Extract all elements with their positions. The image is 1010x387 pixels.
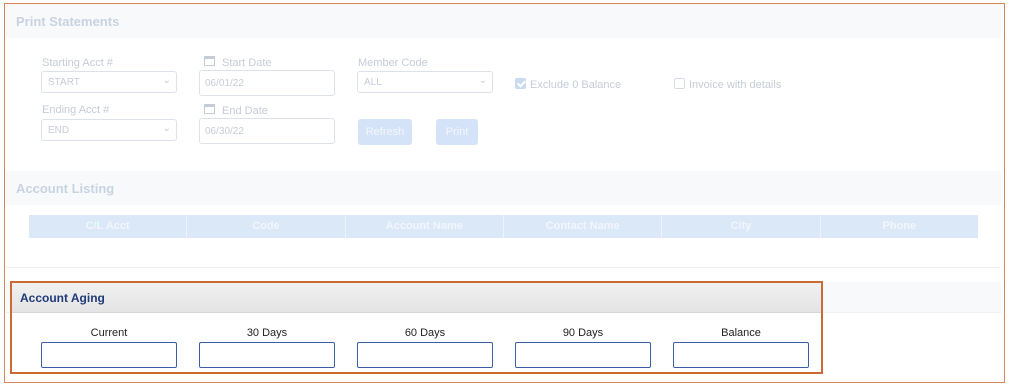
ending-acct-label: Ending Acct #: [42, 104, 110, 116]
start-date-value: 06/01/22: [205, 78, 244, 89]
aging-30-days-input[interactable]: [199, 342, 335, 368]
print-statements-header: Print Statements: [6, 4, 1001, 39]
exclude-zero-label: Exclude 0 Balance: [530, 79, 622, 91]
aging-balance-input[interactable]: [673, 342, 809, 368]
exclude-zero-checkbox[interactable]: [515, 78, 526, 89]
account-listing-header: Account Listing: [6, 171, 1001, 206]
ending-acct-select[interactable]: END ⌄: [41, 119, 177, 141]
calendar-icon: [204, 104, 215, 114]
chevron-down-icon: ⌄: [478, 75, 487, 86]
member-code-value: ALL: [364, 77, 382, 88]
invoice-details-checkbox[interactable]: [674, 78, 685, 89]
column-header-phone[interactable]: Phone: [821, 215, 978, 238]
column-header-account-name[interactable]: Account Name: [346, 215, 504, 238]
aging-current-input[interactable]: [41, 342, 177, 368]
end-date-label: End Date: [222, 105, 268, 117]
aging-current-label: Current: [90, 327, 128, 339]
starting-acct-label: Starting Acct #: [42, 57, 113, 69]
end-date-input[interactable]: 06/30/22: [199, 118, 335, 144]
chevron-down-icon: ⌄: [162, 123, 171, 134]
start-date-input[interactable]: 06/01/22: [199, 70, 335, 96]
member-code-select[interactable]: ALL ⌄: [357, 71, 493, 93]
end-date-value: 06/30/22: [205, 126, 244, 137]
invoice-details-label: Invoice with details: [689, 79, 782, 91]
account-aging-title: Account Aging: [20, 291, 105, 305]
column-header-city[interactable]: City: [662, 215, 821, 238]
starting-acct-select[interactable]: START ⌄: [41, 71, 177, 93]
aging-30-days-label: 30 Days: [246, 327, 288, 339]
member-code-label: Member Code: [358, 57, 428, 69]
print-statements-title: Print Statements: [16, 14, 120, 29]
starting-acct-value: START: [48, 77, 80, 88]
aging-balance-label: Balance: [721, 327, 761, 339]
account-listing-title: Account Listing: [16, 181, 115, 196]
column-header-cl-acct[interactable]: C/L Acct: [29, 215, 188, 238]
ending-acct-value: END: [48, 125, 70, 136]
account-aging-header: Account Aging: [12, 283, 821, 313]
account-listing-table-header: C/L Acct Code Account Name Contact Name …: [29, 215, 978, 238]
column-header-contact-name[interactable]: Contact Name: [504, 215, 663, 238]
account-aging-panel: Account Aging Current 30 Days 60 Days 90…: [10, 281, 823, 374]
aging-60-days-label: 60 Days: [404, 327, 446, 339]
print-statements-panel: [6, 38, 1001, 170]
column-header-code[interactable]: Code: [187, 215, 346, 238]
aging-90-days-label: 90 Days: [562, 327, 604, 339]
chevron-down-icon: ⌄: [162, 75, 171, 86]
refresh-button[interactable]: Refresh: [358, 119, 412, 145]
aging-60-days-input[interactable]: [357, 342, 493, 368]
print-button[interactable]: Print: [436, 119, 478, 145]
aging-90-days-input[interactable]: [515, 342, 651, 368]
start-date-label: Start Date: [222, 57, 272, 69]
calendar-icon: [204, 56, 215, 66]
